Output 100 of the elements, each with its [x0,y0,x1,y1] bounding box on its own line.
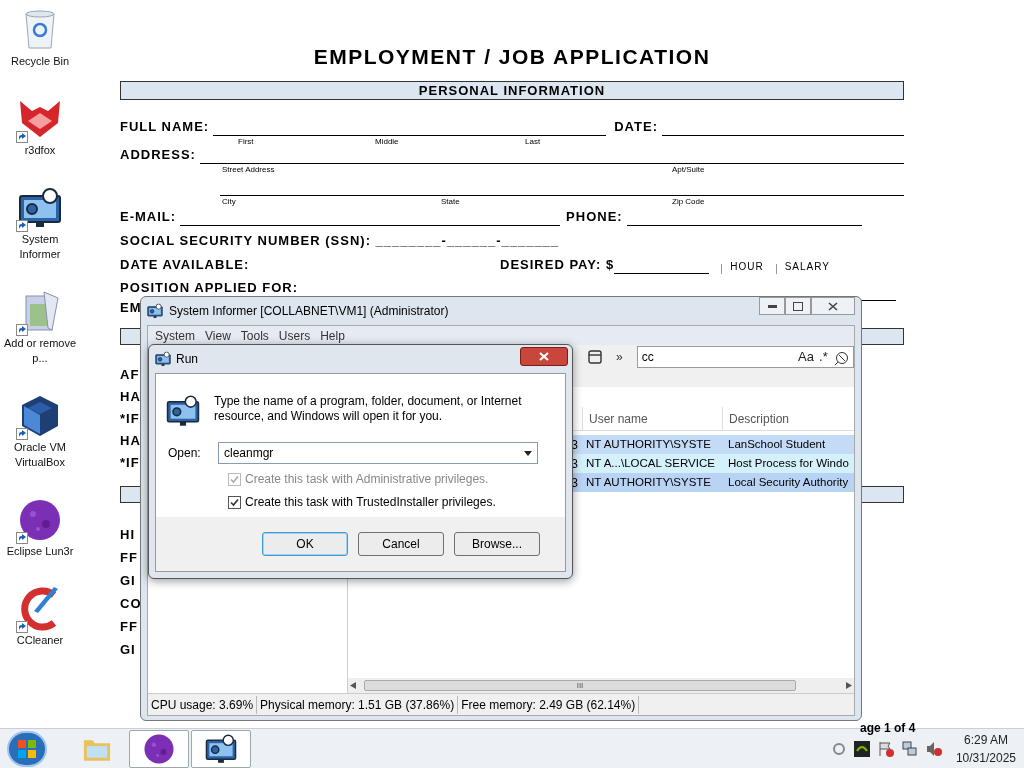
checkbox-label: Create this task with TrustedInstaller privileges. [245,494,496,511]
taskbar-button[interactable] [191,729,251,768]
start-button[interactable] [7,730,47,767]
field-label: POSITION APPLIED FOR: [120,278,298,297]
field-label: PHONE: [566,207,623,226]
field-hint: City [222,196,236,208]
field-label: DATE AVAILABLE: [120,255,251,274]
table-cell-text: LanSchool Student [727,436,826,452]
desktop-icon-label[interactable]: r3dfox [24,143,56,158]
page-number: age 1 of 4 [860,720,916,737]
minimize-button[interactable] [759,297,785,315]
field-hint: Middle [375,136,399,148]
close-button[interactable] [811,297,855,315]
checkbox-mark[interactable] [721,264,723,274]
dropdown-arrow-icon[interactable] [524,450,532,456]
field-label: DESIRED PAY: $ [500,255,615,274]
refresh-icon[interactable] [831,741,846,756]
overflow-button[interactable]: » [616,348,623,366]
scroll-left-icon[interactable] [350,682,356,689]
desktop-icon-label[interactable]: Add or remove p... [2,336,78,366]
monitor-gears-icon [205,732,237,765]
open-combobox[interactable]: cleanmgr [218,442,538,464]
planet-icon [18,498,62,542]
clock-date[interactable]: 10/31/2025 [955,748,1016,767]
scrollbar-thumb[interactable]: III [364,680,796,691]
section-header: PERSONAL INFORMATION [120,81,904,100]
speaker-muted-icon[interactable] [925,740,942,757]
desktop-icon-label[interactable]: Eclipse Lun3r [6,544,74,559]
close-icon [539,352,549,361]
pay-option: SALARY [784,259,830,274]
dialog-button[interactable]: Browse... [454,532,540,556]
field-label: CO [120,596,142,611]
menu-item[interactable]: System [152,326,198,345]
column-header[interactable]: Description [722,407,854,430]
field-hint: Apt/Suite [672,164,705,176]
window-title: System Informer [COLLABNET\VM1] (Administrator) [169,303,449,320]
field-hint: Street Address [222,164,275,176]
maximize-icon [793,301,803,311]
menu-item[interactable]: Tools [237,326,272,345]
monitor-gears-icon [155,351,171,367]
desktop-icon-label[interactable]: Oracle VM VirtualBox [2,440,78,470]
network-icon[interactable] [901,740,918,757]
field-hint: First [238,136,254,148]
pay-option: HOUR [730,259,764,274]
maximize-button[interactable] [785,297,811,315]
field-label: AF [120,367,140,382]
table-cell-text: Local Security Authority [727,474,849,490]
checkbox[interactable] [228,495,241,509]
search-option[interactable]: Aa [798,347,814,367]
table-cell-text: NT AUTHORITY\SYSTE [585,474,713,490]
field-label: EM [120,298,142,317]
desktop-icon-label[interactable]: System Informer [2,232,78,262]
field-label: ADDRESS: [120,145,196,164]
column-header[interactable]: User name [582,407,722,430]
desktop-icon-label[interactable]: CCleaner [16,633,64,648]
monitor-gears-icon [166,394,200,428]
field-label: DATE: [614,117,658,136]
menu-item[interactable]: View [202,326,234,345]
table-cell-text: NT AUTHORITY\SYSTE [585,436,713,452]
table-cell-text: Host Process for Windo [727,455,849,471]
clear-search-icon[interactable] [832,349,849,365]
scroll-right-icon[interactable] [846,682,852,689]
field-label: GI [120,573,136,588]
horizontal-scrollbar[interactable]: III [348,678,854,693]
field-hint: Zip Code [672,196,705,208]
menu-item[interactable]: Help [317,326,348,345]
taskbar-button[interactable] [129,729,189,768]
field-label: FULL NAME: [120,117,210,136]
field-label: HA [120,433,141,448]
minimize-icon [767,304,777,308]
field-label: HA [120,389,141,404]
menu-item[interactable]: Users [275,326,314,345]
window-title: Run [176,351,198,368]
graphics-icon[interactable] [853,740,870,757]
search-field[interactable]: cc Aa .* [636,346,854,368]
windows-logo-icon [18,739,36,758]
checkbox-mark[interactable] [775,264,777,274]
document-title: EMPLOYMENT / JOB APPLICATION [313,44,711,70]
dialog-button[interactable]: Cancel [358,532,444,556]
field-hint: Last [525,136,541,148]
open-label: Open: [168,445,202,462]
search-option[interactable]: .* [819,347,828,367]
monitor-gears-icon [147,303,163,319]
close-button[interactable] [520,347,568,366]
window-icon[interactable] [588,350,602,364]
dialog-button[interactable]: OK [262,532,348,556]
field-label: *IF [120,411,140,426]
field-label: GI [120,642,136,657]
flag-icon[interactable] [877,740,894,757]
field-hint: State [441,196,460,208]
field-label: HI [120,527,135,542]
planet-icon [143,732,175,765]
dialog-message: Type the name of a program, folder, document, or Internet resource, and Windows will open it for you. [214,394,523,425]
field-label: FF [120,619,138,634]
field-label: FF [120,550,138,565]
clock-time[interactable]: 6:29 AM [963,730,1008,749]
status-text: Physical memory: 1.51 GB (37.86%) [257,695,459,714]
desktop-icon-label[interactable]: Recycle Bin [10,54,70,69]
table-cell-text: NT A...\LOCAL SERVICE [585,455,716,471]
monitor-gears-icon [18,186,62,230]
